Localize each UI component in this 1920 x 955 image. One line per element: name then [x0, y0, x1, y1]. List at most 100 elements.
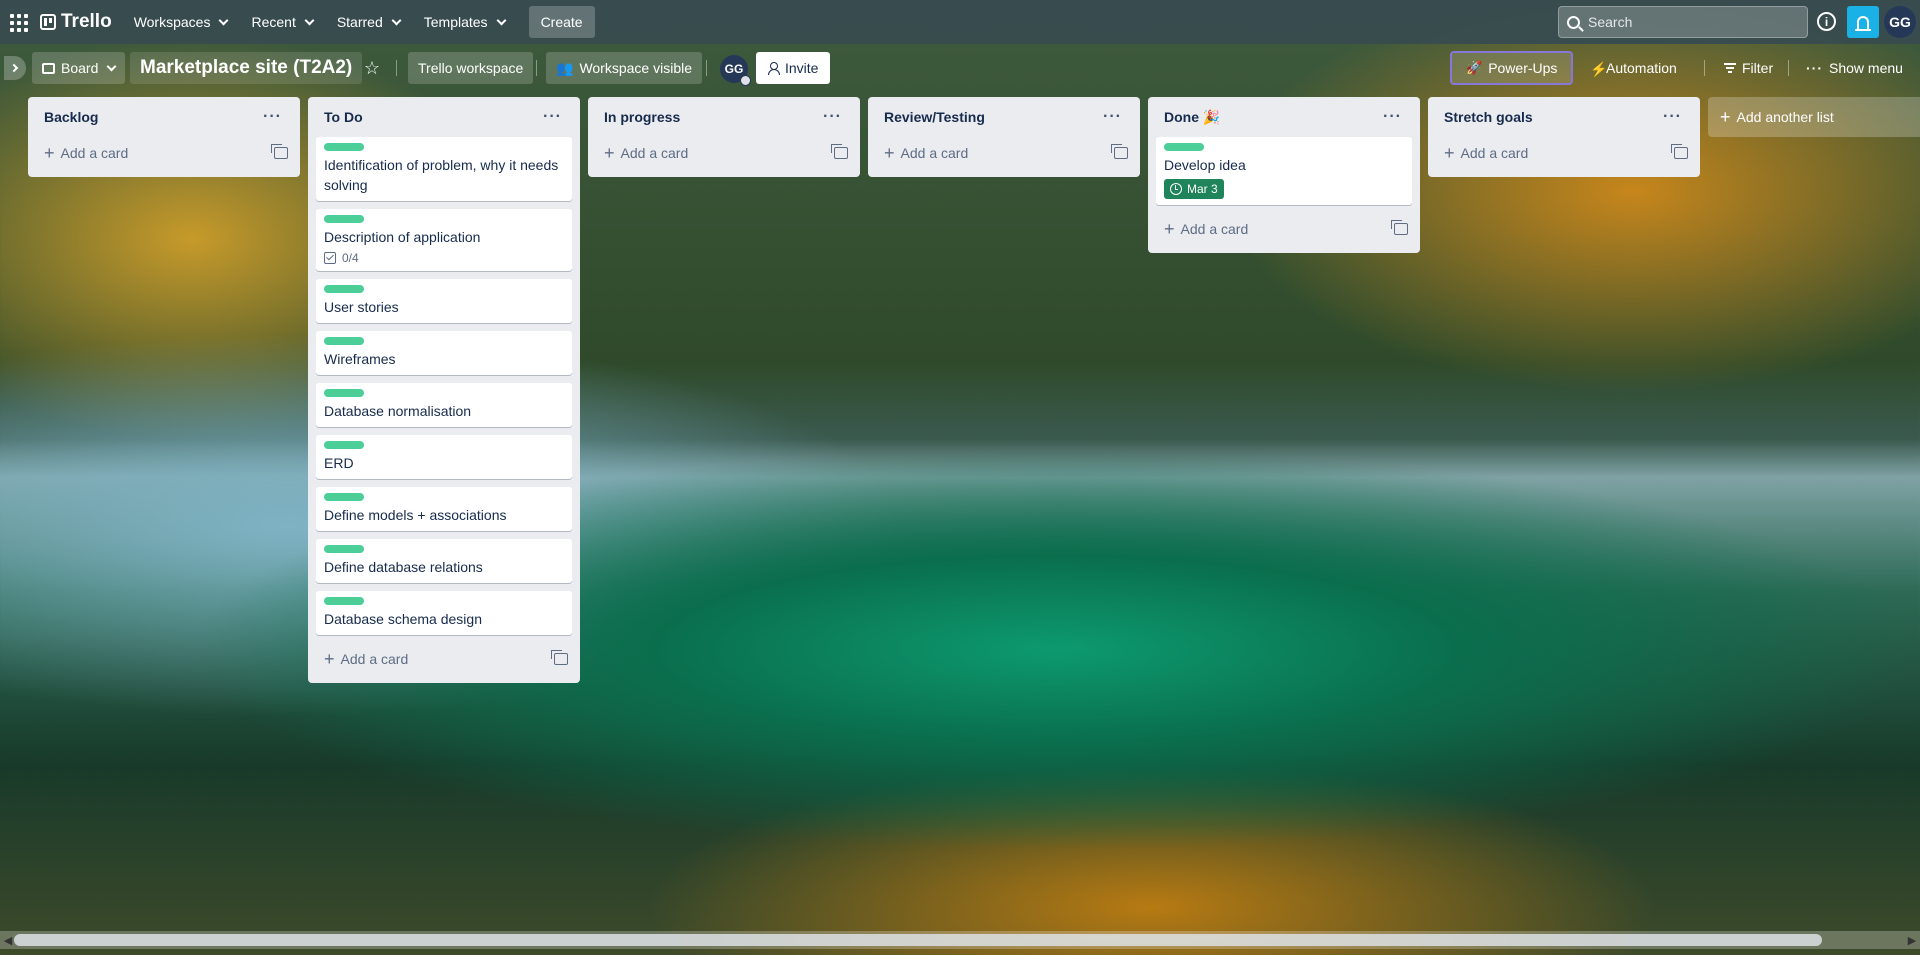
checklist-count: 0/4 [342, 251, 359, 265]
card-label-green[interactable] [324, 545, 364, 553]
bell-icon [1855, 15, 1871, 31]
card[interactable]: Identification of problem, why it needs … [316, 137, 572, 201]
add-another-list-button[interactable]: + Add another list [1708, 97, 1920, 137]
board-title[interactable]: Marketplace site (T2A2) [130, 52, 363, 84]
power-ups-button[interactable]: 🚀 Power-Ups [1450, 51, 1574, 85]
card-badges: Mar 3 [1164, 179, 1404, 199]
workspace-button[interactable]: Trello workspace [408, 52, 534, 84]
card[interactable]: Database normalisation [316, 383, 572, 427]
plus-icon: + [1720, 107, 1731, 127]
apps-grid-icon[interactable] [8, 10, 32, 34]
card[interactable]: Develop idea Mar 3 [1156, 137, 1412, 205]
trello-logo-icon [40, 14, 56, 30]
nav-starred[interactable]: Starred [327, 6, 410, 38]
card[interactable]: ERD [316, 435, 572, 479]
add-list-label: Add another list [1736, 109, 1834, 125]
card[interactable]: Database schema design [316, 591, 572, 635]
card-label-green[interactable] [324, 143, 364, 151]
horizontal-scrollbar[interactable]: ◀ ▶ [0, 931, 1920, 949]
member-avatar[interactable]: GG [720, 55, 751, 86]
card-label-green[interactable] [324, 285, 364, 293]
nav-templates[interactable]: Templates [414, 6, 515, 38]
visibility-button[interactable]: 👥 Workspace visible [546, 52, 702, 84]
card-template-icon[interactable] [1671, 144, 1688, 159]
card-template-icon[interactable] [831, 144, 848, 159]
card-template-icon[interactable] [1391, 220, 1408, 235]
account-avatar[interactable]: GG [1884, 6, 1916, 38]
card[interactable]: User stories [316, 279, 572, 323]
scroll-left-icon[interactable]: ◀ [2, 933, 14, 947]
add-card-button[interactable]: + Add a card [884, 144, 968, 162]
card-label-green[interactable] [324, 337, 364, 345]
list-title[interactable]: To Do [324, 109, 363, 125]
list-menu-icon[interactable]: ··· [1377, 108, 1408, 126]
list-review-testing: Review/Testing ··· + Add a card [868, 97, 1140, 177]
add-card-label: Add a card [1460, 145, 1529, 161]
nav-label: Recent [251, 14, 296, 30]
scrollbar-thumb[interactable] [14, 934, 1822, 946]
card-label-green[interactable] [324, 389, 364, 397]
list-menu-icon[interactable]: ··· [257, 108, 288, 126]
add-card-button[interactable]: + Add a card [44, 144, 128, 162]
list-menu-icon[interactable]: ··· [1097, 108, 1128, 126]
card-label-green[interactable] [324, 441, 364, 449]
trello-logo[interactable]: Trello [40, 11, 112, 33]
list-title[interactable]: Stretch goals [1444, 109, 1533, 125]
invite-button[interactable]: Invite [756, 52, 831, 84]
notifications-button[interactable] [1847, 6, 1879, 38]
list-menu-icon[interactable]: ··· [1657, 108, 1688, 126]
card[interactable]: Define models + associations [316, 487, 572, 531]
card-label-green[interactable] [324, 215, 364, 223]
list-stretch-goals: Stretch goals ··· + Add a card [1428, 97, 1700, 177]
list-menu-icon[interactable]: ··· [817, 108, 848, 126]
card-template-icon[interactable] [1111, 144, 1128, 159]
card[interactable]: Wireframes [316, 331, 572, 375]
card[interactable]: Description of application 0/4 [316, 209, 572, 271]
nav-label: Starred [336, 14, 383, 30]
info-icon[interactable]: i [1817, 12, 1836, 31]
filter-button[interactable]: Filter [1714, 52, 1783, 84]
due-date-badge[interactable]: Mar 3 [1164, 179, 1224, 199]
card-label-green[interactable] [324, 493, 364, 501]
filter-icon [1724, 63, 1736, 73]
list-title[interactable]: Done 🎉 [1164, 109, 1220, 126]
add-card-button[interactable]: + Add a card [1444, 144, 1529, 162]
card-label-green[interactable] [324, 597, 364, 605]
list-title[interactable]: In progress [604, 109, 680, 125]
list-done: Done 🎉 ··· Develop idea Mar 3 + Add a car… [1148, 97, 1420, 253]
card-template-icon[interactable] [271, 144, 288, 159]
header-divider [536, 60, 537, 76]
header-divider [396, 60, 397, 76]
create-button[interactable]: Create [528, 6, 595, 38]
scroll-right-icon[interactable]: ▶ [1906, 933, 1918, 947]
list-header: Backlog ··· [36, 97, 292, 137]
search-box[interactable] [1558, 6, 1808, 38]
list-header: In progress ··· [596, 97, 852, 137]
add-card-button[interactable]: + Add a card [604, 144, 688, 162]
board-view-switcher[interactable]: Board [32, 52, 126, 84]
list-menu-icon[interactable]: ··· [537, 108, 568, 126]
card-template-icon[interactable] [551, 650, 568, 665]
list-title[interactable]: Review/Testing [884, 109, 985, 125]
add-card-button[interactable]: + Add a card [1164, 220, 1248, 238]
automation-label: Automation [1606, 60, 1677, 76]
card-label-green[interactable] [1164, 143, 1204, 151]
list-title[interactable]: Backlog [44, 109, 98, 125]
plus-icon: + [324, 649, 335, 669]
card[interactable]: Define database relations [316, 539, 572, 583]
star-icon[interactable]: ☆ [356, 52, 388, 84]
list-header: Review/Testing ··· [876, 97, 1132, 137]
admin-badge-icon [740, 75, 751, 86]
automation-button[interactable]: ⚡ Automation [1580, 52, 1687, 84]
filter-label: Filter [1742, 60, 1774, 76]
nav-workspaces[interactable]: Workspaces [124, 6, 238, 38]
more-icon: ··· [1806, 60, 1823, 76]
search-input[interactable] [1588, 14, 1788, 30]
header-divider [706, 60, 707, 76]
show-menu-button[interactable]: ··· Show menu [1796, 52, 1913, 84]
add-card-row: + Add a card [876, 137, 1132, 169]
sidebar-expand-button[interactable] [4, 56, 26, 80]
nav-recent[interactable]: Recent [241, 6, 322, 38]
invite-label: Invite [785, 60, 819, 76]
add-card-button[interactable]: + Add a card [324, 649, 408, 669]
